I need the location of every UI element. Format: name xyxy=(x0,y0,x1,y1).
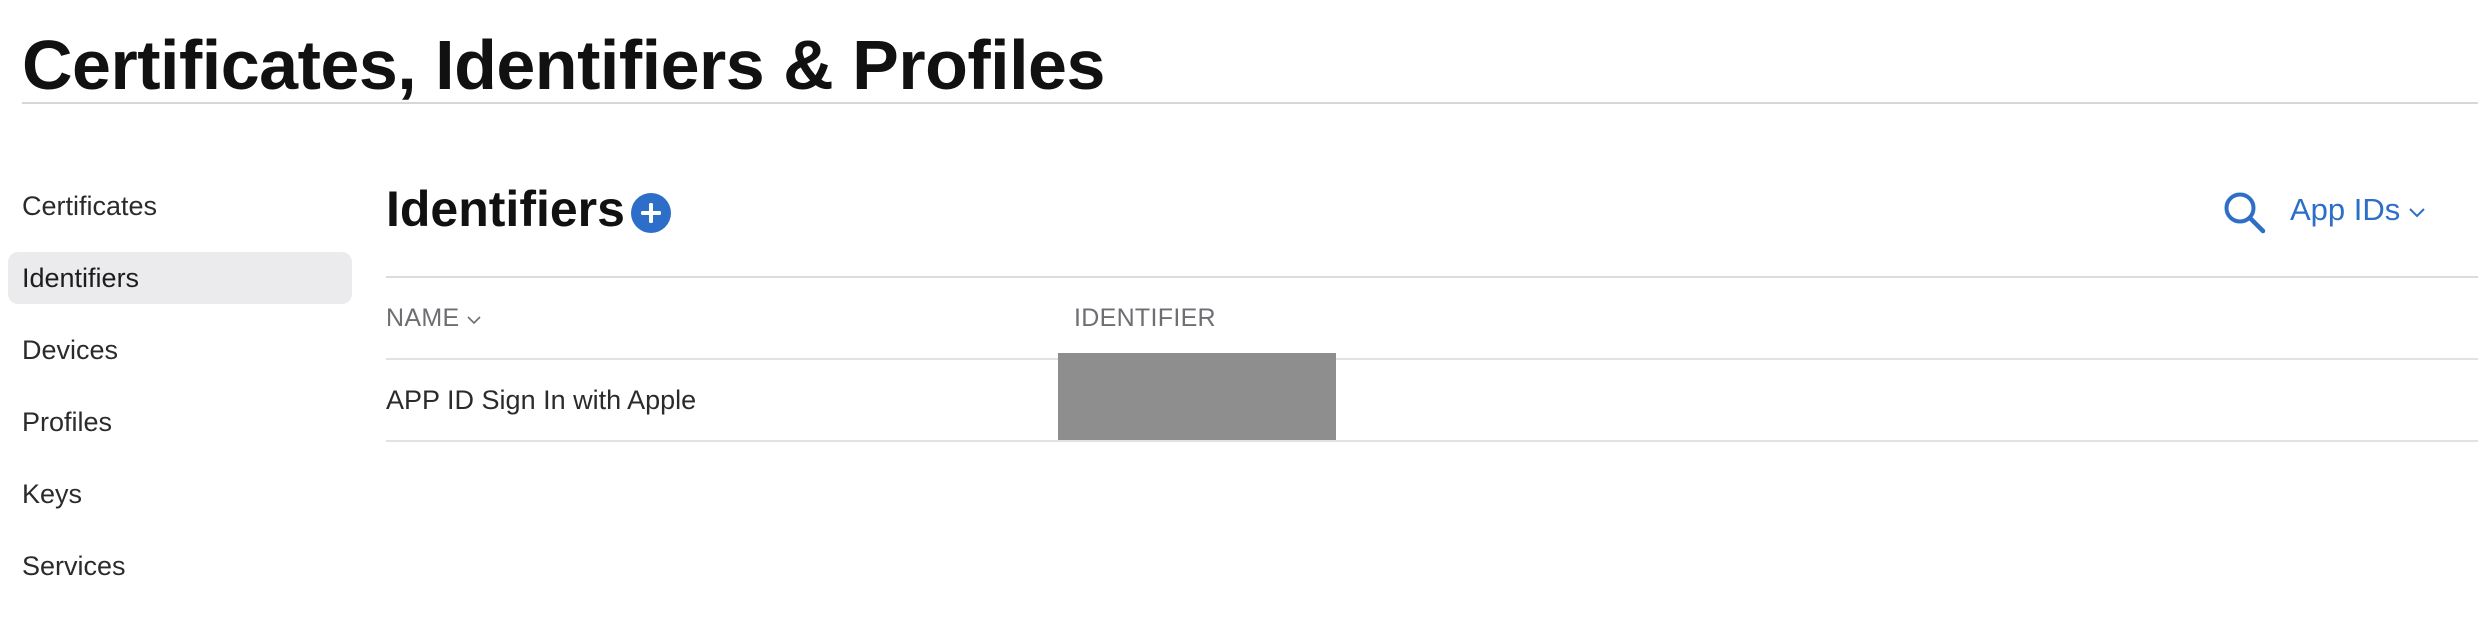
page: Certificates, Identifiers & Profiles Cer… xyxy=(0,0,2488,634)
sidebar-item-devices[interactable]: Devices xyxy=(8,324,352,376)
column-header-identifier: IDENTIFIER xyxy=(1074,304,1216,332)
redacted-identifier-cell xyxy=(1058,353,1336,442)
filter-selected-value: App IDs xyxy=(2290,192,2401,227)
sidebar-item-identifiers[interactable]: Identifiers xyxy=(8,252,352,304)
sidebar: Certificates Identifiers Devices Profile… xyxy=(8,180,352,612)
identifier-type-filter[interactable]: App IDs xyxy=(2290,188,2426,232)
table-row[interactable]: APP ID Sign In with Apple xyxy=(386,353,2478,442)
column-header-name-label: NAME xyxy=(386,304,460,332)
plus-circle-icon xyxy=(641,203,661,223)
column-header-name[interactable]: NAME xyxy=(386,296,482,340)
sidebar-item-certificates[interactable]: Certificates xyxy=(8,180,352,232)
section-title: Identifiers xyxy=(386,181,625,237)
sidebar-item-services[interactable]: Services xyxy=(8,540,352,592)
sidebar-item-profiles[interactable]: Profiles xyxy=(8,396,352,448)
search-button[interactable] xyxy=(2222,190,2268,236)
table-header: NAME IDENTIFIER xyxy=(386,296,2478,340)
row-divider xyxy=(386,440,2478,442)
sidebar-item-keys[interactable]: Keys xyxy=(8,468,352,520)
add-identifier-button[interactable] xyxy=(631,193,671,233)
table-top-divider xyxy=(386,276,2478,278)
chevron-down-icon xyxy=(2409,208,2425,218)
page-title: Certificates, Identifiers & Profiles xyxy=(22,26,1105,104)
title-divider xyxy=(22,102,2478,104)
sort-chevron-icon xyxy=(467,315,482,324)
search-icon xyxy=(2224,192,2266,234)
row-name-cell: APP ID Sign In with Apple xyxy=(386,385,697,415)
